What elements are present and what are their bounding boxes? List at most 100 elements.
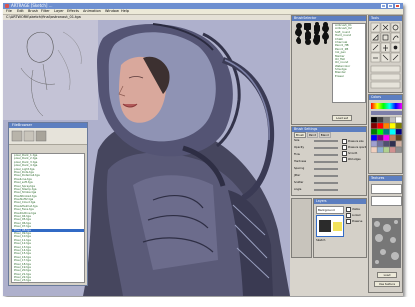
setting-slider[interactable] [314,189,338,191]
color-swatch[interactable] [370,116,378,123]
menu-window[interactable]: Window [105,9,119,14]
color-swatch[interactable] [389,140,396,147]
menu-filter[interactable]: Filter [41,9,50,14]
brush-name-list[interactable]: Airbrush_01 Airbrush_02 Soft_round Hard_rou… [332,23,366,103]
color-swatch[interactable] [395,134,402,141]
color-swatch[interactable] [370,146,378,153]
setting-label: Flow [294,153,300,156]
setting-label: Opacity [294,146,304,149]
brush-preset-grid[interactable] [294,21,330,45]
setting-checkbox[interactable]: Wet edges [342,157,366,163]
setting-slider[interactable] [314,140,338,142]
brush-preset[interactable] [294,40,303,44]
app-window: ARTRAGE [Sketch] ... File Edit Brush Fil… [3,3,403,296]
layer-background[interactable]: Background [316,206,344,214]
brush-preset[interactable] [321,40,330,44]
color-swatch[interactable] [395,140,402,147]
color-swatch[interactable] [389,128,396,135]
color-swatch[interactable] [370,140,378,147]
menu-edit[interactable]: Edit [17,9,24,14]
tab-blend[interactable]: Blend [318,132,331,138]
checkbox-icon[interactable] [342,139,347,144]
color-swatch[interactable] [395,116,402,123]
checkbox-label: Pressure size [348,140,364,143]
color-swatch[interactable] [395,146,402,153]
color-swatch[interactable] [370,128,378,135]
settings-checkboxes: Pressure size Pressure opacity Smooth Wet e… [342,139,367,163]
checkbox-label: Pressure opacity [348,146,367,149]
tab-paint[interactable]: Paint [306,132,318,138]
layer-sketch-thumbnail[interactable] [316,215,344,237]
setting-slider[interactable] [314,175,338,177]
setting-row: Spacing [294,167,341,171]
checkbox-icon[interactable] [342,151,347,156]
tool-icons[interactable] [369,22,403,93]
use-texture-button[interactable]: Use texture [374,281,400,287]
maximize-button[interactable] [388,4,393,8]
setting-slider[interactable] [314,154,338,156]
color-swatch[interactable] [389,134,396,141]
checkbox-label: Wet edges [348,158,361,161]
color-swatch[interactable] [383,140,390,147]
color-swatch[interactable] [377,140,384,147]
file-browser-preview-icons[interactable] [9,128,87,144]
setting-slider[interactable] [314,161,338,163]
setting-slider[interactable] [314,182,338,184]
setting-label: Scatter [294,181,304,184]
load-brush-set-button[interactable]: Load set [332,115,352,121]
minimize-button[interactable] [381,4,386,8]
setting-label: Jitter [294,174,301,177]
brush-dab-icon [324,40,327,44]
checkbox-icon[interactable] [346,219,351,224]
color-swatch[interactable] [377,128,384,135]
menu-file[interactable]: File [6,9,12,14]
color-swatch[interactable] [370,122,378,129]
color-swatches[interactable] [369,101,403,174]
brush-preset[interactable] [312,39,321,45]
color-swatch[interactable] [377,116,384,123]
color-swatch[interactable] [395,122,402,129]
brush-list-item[interactable]: Eraser [333,74,365,78]
checkbox-icon[interactable] [346,207,351,212]
taskbar-strip [0,297,415,307]
checkbox-icon[interactable] [346,213,351,218]
close-button[interactable] [395,4,400,8]
setting-slider[interactable] [314,168,338,170]
color-swatch[interactable] [383,122,390,129]
checkbox-icon[interactable] [342,145,347,150]
color-swatch[interactable] [383,116,390,123]
menu-effects[interactable]: Effects [67,9,79,14]
color-swatch[interactable] [377,134,384,141]
menu-animation[interactable]: Animation [83,9,101,14]
layer-option[interactable]: Preserve [346,219,366,225]
texture-list[interactable] [371,184,402,194]
load-texture-button[interactable]: Load [377,272,397,278]
color-swatch[interactable] [377,146,384,153]
checkbox-icon[interactable] [342,157,347,162]
setting-row: Angle [294,188,341,192]
brush-dab-icon [296,40,301,44]
color-swatch[interactable] [383,134,390,141]
color-swatch[interactable] [389,146,396,153]
setting-slider[interactable] [314,147,338,149]
color-swatch[interactable] [370,134,378,141]
color-swatch[interactable] [389,122,396,129]
settings-tabs: Brush Paint Blend [294,132,331,138]
tools-panel: Tools [368,15,403,93]
file-list[interactable]: pixel_Dark_1.tga pixel_Dark_2.tga pixel_Da… [11,153,85,283]
menu-help[interactable]: Help [121,9,129,14]
tab-brush[interactable]: Brush [294,132,307,138]
texture-scale[interactable] [371,196,402,206]
color-swatch[interactable] [377,122,384,129]
color-swatch[interactable] [395,128,402,135]
menu-brush[interactable]: Brush [28,9,38,14]
brush-dab-icon [304,39,311,45]
menu-layer[interactable]: Layer [54,9,64,14]
color-swatch[interactable] [383,128,390,135]
file-list-item[interactable]: Pixel_23.tga [12,279,84,282]
brush-preset[interactable] [303,39,312,45]
color-swatch[interactable] [389,116,396,123]
color-swatch[interactable] [383,146,390,153]
layer-sketch-label: Sketch [316,238,326,242]
setting-row: Scatter [294,181,341,185]
